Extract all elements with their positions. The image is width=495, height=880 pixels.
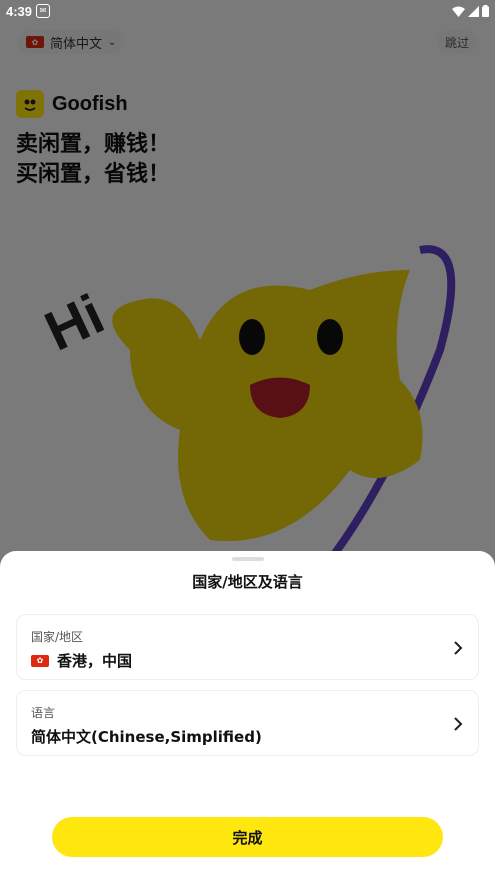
- drag-handle[interactable]: [231, 557, 264, 561]
- notification-app-icon: ✉: [36, 4, 51, 18]
- hk-flag-icon: ✿: [31, 654, 49, 667]
- language-value-row: 简体中文(Chinese,Simplified): [31, 726, 262, 747]
- region-language-sheet: 国家/地区及语言 国家/地区 ✿ 香港，中国 语言 简体中文(Chinese,S…: [0, 551, 495, 880]
- language-value: 简体中文(Chinese,Simplified): [31, 728, 262, 746]
- status-icons: [452, 5, 489, 17]
- battery-icon: [482, 5, 489, 17]
- language-row[interactable]: 语言 简体中文(Chinese,Simplified): [16, 690, 479, 756]
- region-row[interactable]: 国家/地区 ✿ 香港，中国: [16, 614, 479, 680]
- sheet-title: 国家/地区及语言: [192, 573, 303, 591]
- region-value: 香港，中国: [57, 652, 133, 670]
- chevron-right-icon: [454, 717, 463, 731]
- done-button[interactable]: 完成: [52, 817, 443, 857]
- status-time: 4:39: [6, 3, 33, 19]
- status-bar: 4:39 ✉: [0, 0, 495, 22]
- region-label: 国家/地区: [31, 630, 84, 644]
- signal-icon: [468, 5, 479, 17]
- region-value-row: ✿ 香港，中国: [31, 650, 132, 671]
- wifi-icon: [452, 6, 465, 17]
- chevron-right-icon: [454, 641, 463, 655]
- language-label: 语言: [31, 706, 56, 720]
